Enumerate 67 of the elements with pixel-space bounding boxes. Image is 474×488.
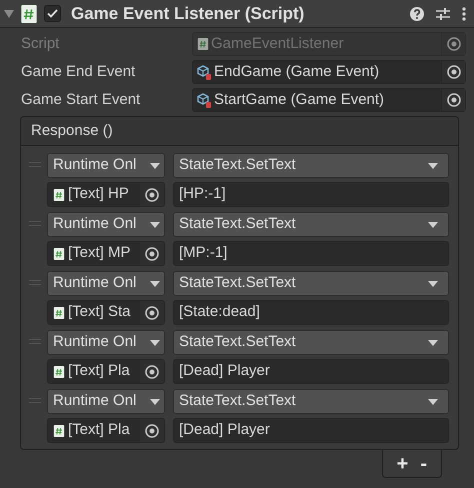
target-object-field[interactable]: [Text] Pla [47,418,165,443]
mode-dropdown[interactable]: Runtime Onl [47,330,165,355]
caret-icon [150,398,160,404]
function-dropdown[interactable]: StateText.SetText [173,271,449,296]
add-button[interactable]: + [396,454,408,474]
object-picker-icon[interactable] [140,419,164,442]
argument-field[interactable]: [MP:-1] [173,241,449,266]
object-picker-icon[interactable] [441,61,465,83]
mode-dropdown[interactable]: Runtime Onl [47,389,165,414]
drag-handle-icon[interactable] [29,280,41,285]
script-icon [20,4,38,24]
argument-field[interactable]: [Dead] Player [173,359,449,384]
caret-icon [428,162,438,168]
target-object-field[interactable]: [Text] HP [47,182,165,207]
argument-field[interactable]: [Dead] Player [173,418,449,443]
mode-dropdown[interactable]: Runtime Onl [47,271,165,296]
more-menu-icon[interactable] [462,6,466,20]
object-field[interactable]: EndGame (Game Event) [192,60,466,84]
target-object-field[interactable]: [Text] Pla [47,359,165,384]
script-icon [53,306,65,320]
script-icon [197,37,209,51]
caret-icon [428,398,438,404]
drag-handle-icon[interactable] [29,339,41,344]
target-object-field[interactable]: [Text] MP [47,241,165,266]
object-picker-icon[interactable] [140,301,164,324]
mode-dropdown[interactable]: Runtime Onl [47,153,165,178]
caret-icon [150,222,160,228]
enabled-checkbox[interactable] [44,5,61,22]
caret-icon [428,340,438,346]
function-dropdown[interactable]: StateText.SetText [173,330,449,355]
remove-button[interactable]: - [420,454,427,474]
function-dropdown[interactable]: StateText.SetText [173,212,449,237]
drag-handle-icon[interactable] [29,162,41,167]
function-dropdown[interactable]: StateText.SetText [173,389,449,414]
script-icon [53,246,65,260]
foldout-arrow-icon[interactable] [4,10,14,18]
caret-icon [428,280,438,286]
checkmark-icon [47,9,58,18]
object-picker-icon[interactable] [140,183,164,206]
mode-dropdown[interactable]: Runtime Onl [47,212,165,237]
script-icon [53,188,65,202]
drag-handle-icon[interactable] [29,398,41,403]
argument-field[interactable]: [State:dead] [173,300,449,325]
script-icon [53,364,65,378]
object-picker-icon[interactable] [140,360,164,383]
script-icon [53,424,65,438]
caret-icon [150,280,160,286]
argument-field[interactable]: [HP:-1] [173,182,449,207]
response-title: Response () [31,120,113,141]
caret-icon [150,340,160,346]
object-picker-icon[interactable] [441,89,465,111]
component-title: Game Event Listener (Script) [71,2,306,25]
help-icon[interactable] [410,6,424,20]
field-label: Game Start Event [21,90,142,110]
cube-icon [197,92,212,108]
object-picker-icon[interactable] [441,33,465,55]
function-dropdown[interactable]: StateText.SetText [173,153,449,178]
object-field[interactable]: StartGame (Game Event) [192,88,466,112]
field-label: Game End Event [21,62,136,82]
caret-icon [150,162,160,168]
field-label: Script [21,34,60,54]
settings-sliders-icon[interactable] [436,6,450,20]
cube-icon [197,64,212,80]
object-picker-icon[interactable] [140,242,164,265]
target-object-field[interactable]: [Text] Sta [47,300,165,325]
caret-icon [428,222,438,228]
drag-handle-icon[interactable] [29,221,41,226]
